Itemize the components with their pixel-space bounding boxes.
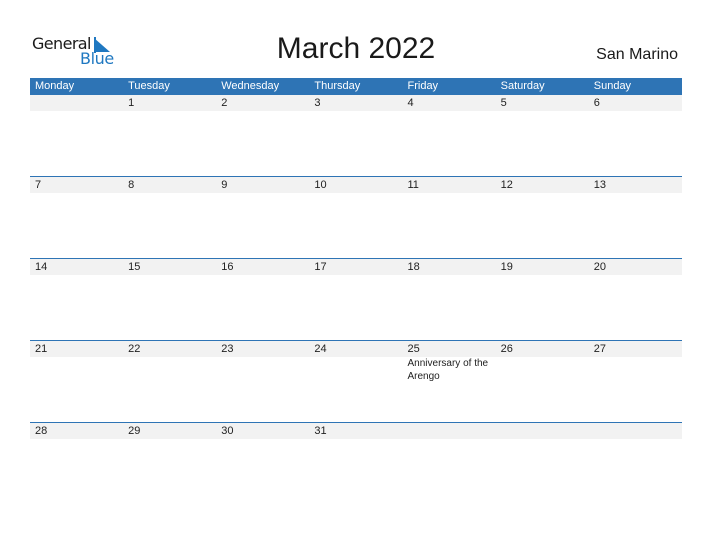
day-number: 20 xyxy=(593,261,606,273)
day-event xyxy=(30,357,123,383)
day-number: 26 xyxy=(500,343,513,355)
day-number: 2 xyxy=(221,97,228,109)
date-strip: 28 29 30 31 xyxy=(30,423,682,439)
weekday-wednesday: Wednesday xyxy=(221,80,280,92)
day-number: 19 xyxy=(500,261,513,273)
day-event xyxy=(309,357,402,383)
date-strip: 21 22 23 24 25 26 27 xyxy=(30,341,682,357)
week-row: 21 22 23 24 25 26 27 Anniversary of the Arengo xyxy=(30,340,682,422)
day-number: 24 xyxy=(314,343,327,355)
day-number: 29 xyxy=(128,425,141,437)
date-strip: 7 8 9 10 11 12 13 xyxy=(30,177,682,193)
week-row: 28 29 30 31 xyxy=(30,422,682,504)
weekday-friday: Friday xyxy=(407,80,439,92)
day-number: 8 xyxy=(128,179,135,191)
day-event xyxy=(496,357,589,383)
day-number xyxy=(30,95,123,111)
day-number: 7 xyxy=(35,179,42,191)
day-number: 15 xyxy=(128,261,141,273)
day-number: 30 xyxy=(221,425,234,437)
weekday-sunday: Sunday xyxy=(593,80,632,92)
day-number: 1 xyxy=(128,97,135,109)
day-number: 12 xyxy=(500,179,513,191)
day-event xyxy=(216,357,309,383)
day-event xyxy=(589,357,682,383)
weekday-header: Monday Tuesday Wednesday Thursday Friday… xyxy=(30,78,682,95)
day-number: 10 xyxy=(314,179,327,191)
day-number: 22 xyxy=(128,343,141,355)
day-number: 18 xyxy=(407,261,420,273)
date-strip: 1 2 3 4 5 6 xyxy=(30,95,682,111)
day-number: 13 xyxy=(593,179,606,191)
day-number xyxy=(496,423,589,439)
date-strip: 14 15 16 17 18 19 20 xyxy=(30,259,682,275)
calendar-grid: Monday Tuesday Wednesday Thursday Friday… xyxy=(30,78,682,504)
day-number: 16 xyxy=(221,261,234,273)
weekday-saturday: Saturday xyxy=(500,80,545,92)
day-number: 6 xyxy=(593,97,600,109)
day-number xyxy=(589,423,682,439)
weeks-container: 1 2 3 4 5 6 7 8 9 10 11 12 13 14 15 16 17 18 19 20 21 22 23 24 2… xyxy=(30,95,682,504)
weekday-thursday: Thursday xyxy=(314,80,361,92)
day-number: 11 xyxy=(407,179,419,191)
day-number: 27 xyxy=(593,343,606,355)
week-row: 7 8 9 10 11 12 13 xyxy=(30,176,682,258)
day-number: 28 xyxy=(35,425,48,437)
week-row: 14 15 16 17 18 19 20 xyxy=(30,258,682,340)
day-event xyxy=(123,357,216,383)
day-number: 4 xyxy=(407,97,414,109)
day-number: 17 xyxy=(314,261,327,273)
day-number: 25 xyxy=(407,343,420,355)
day-number: 23 xyxy=(221,343,234,355)
events-row: Anniversary of the Arengo xyxy=(30,357,682,383)
week-row: 1 2 3 4 5 6 xyxy=(30,95,682,176)
day-number: 3 xyxy=(314,97,321,109)
day-number: 31 xyxy=(314,425,327,437)
weekday-monday: Monday xyxy=(35,80,75,92)
day-number: 9 xyxy=(221,179,228,191)
country-label: San Marino xyxy=(596,46,678,63)
day-number: 21 xyxy=(35,343,48,355)
day-event: Anniversary of the Arengo xyxy=(407,358,489,382)
day-number xyxy=(403,423,496,439)
day-number: 5 xyxy=(500,97,507,109)
weekday-tuesday: Tuesday xyxy=(128,80,170,92)
day-number: 14 xyxy=(35,261,48,273)
